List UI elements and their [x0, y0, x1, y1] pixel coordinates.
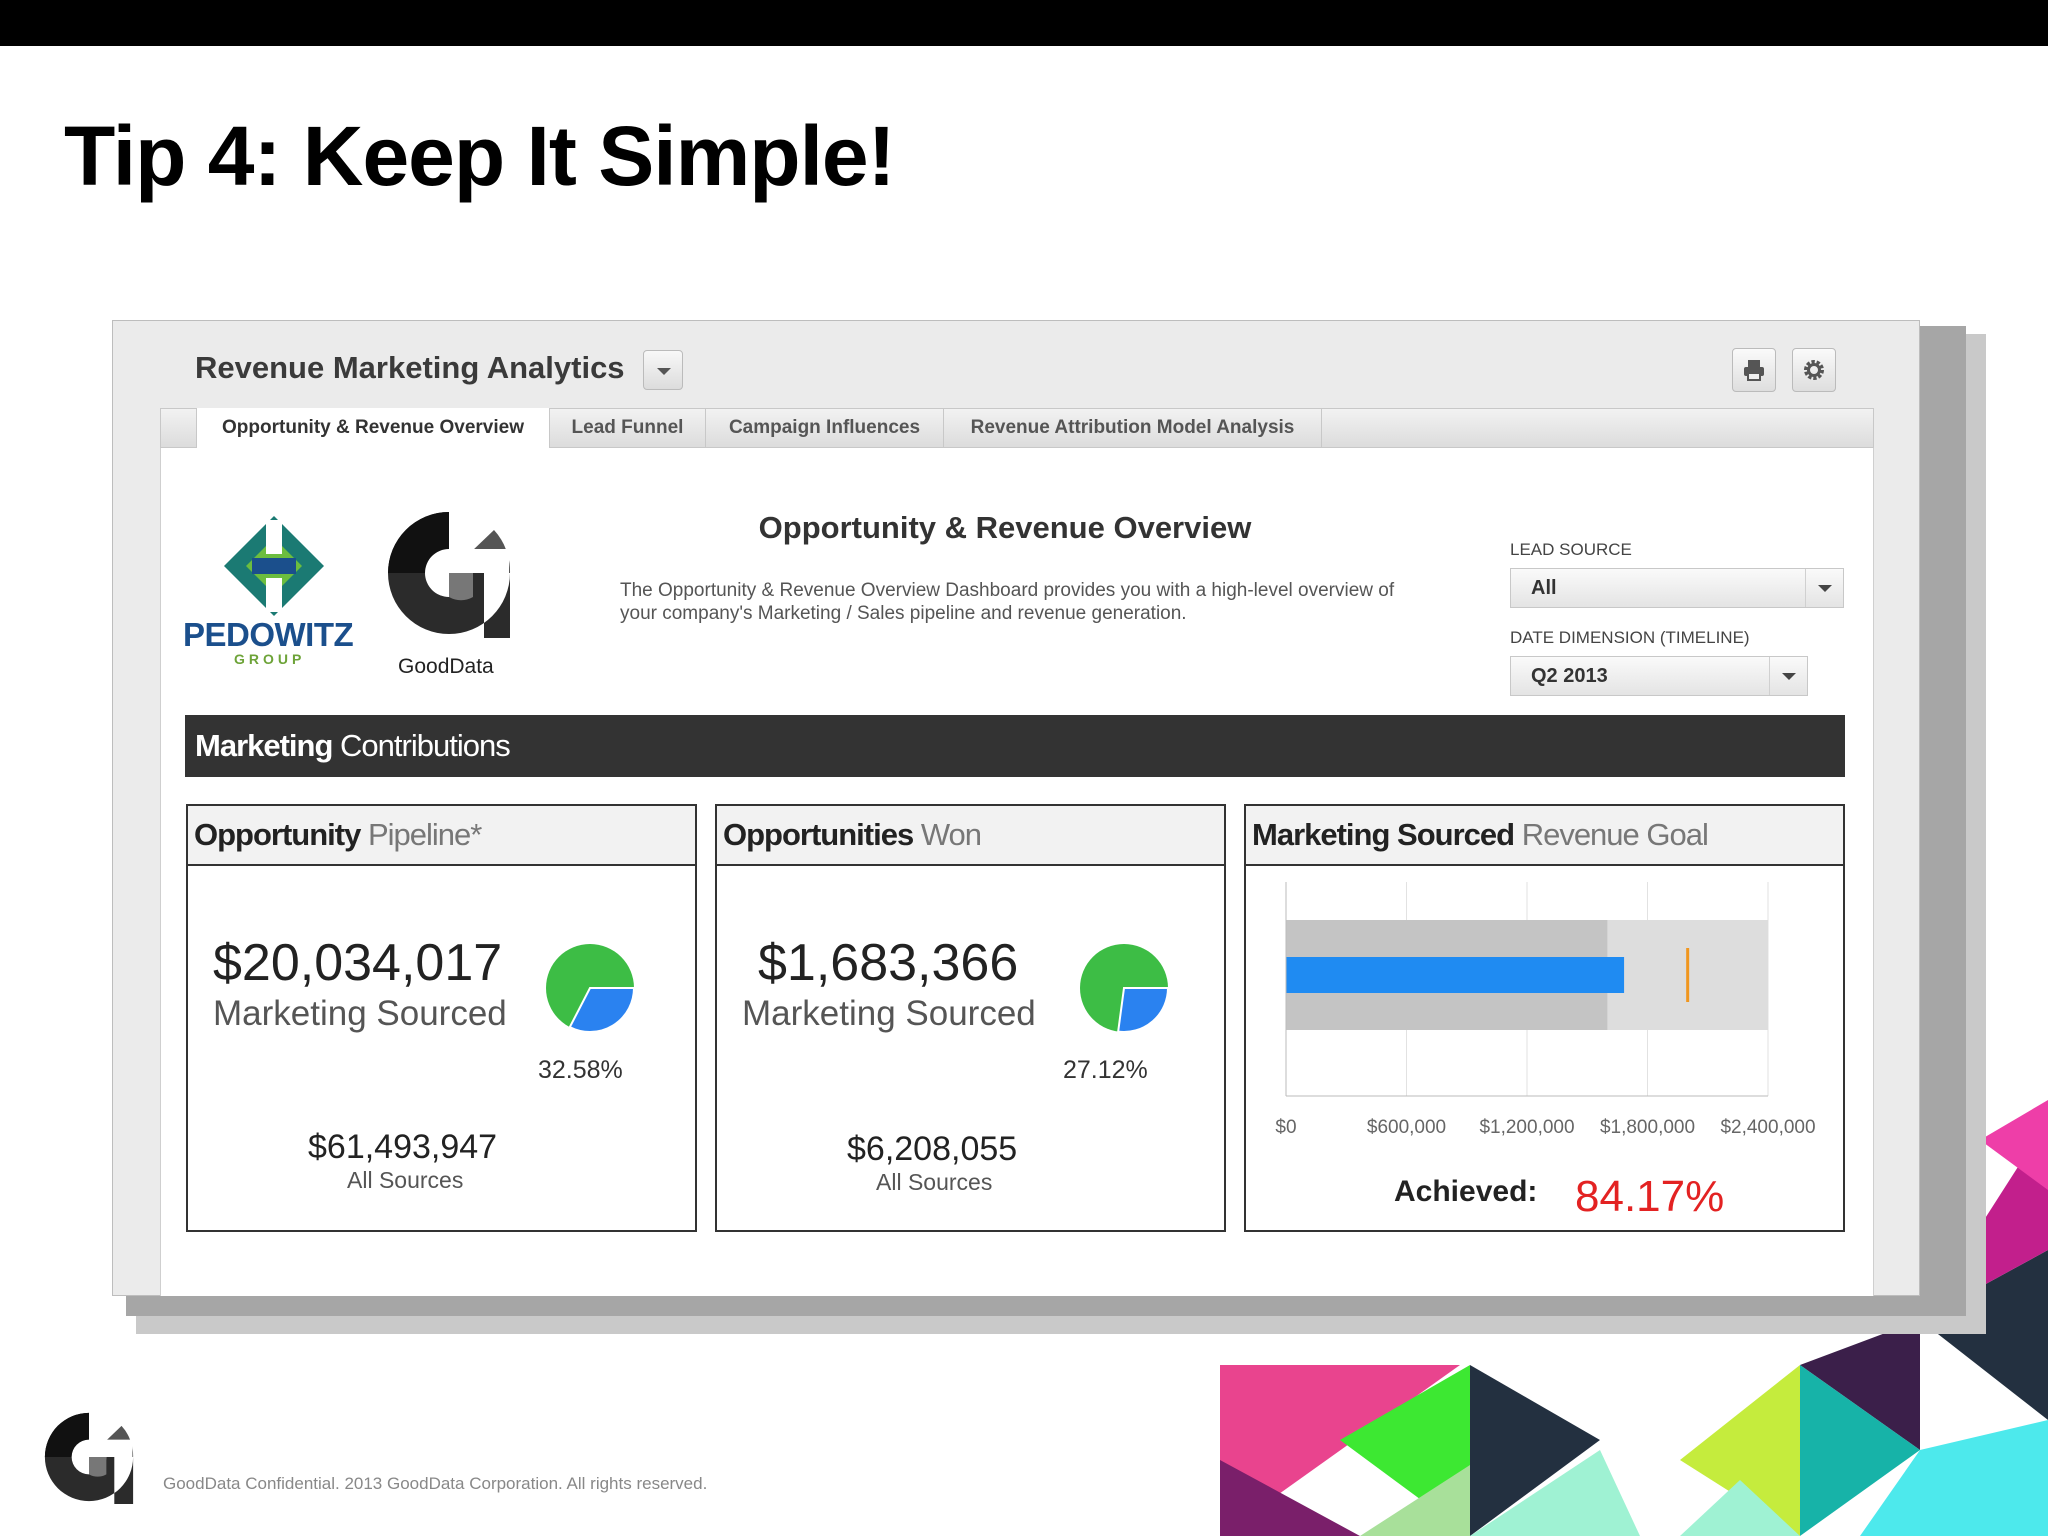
- gear-icon: [1804, 360, 1824, 380]
- footer-copyright: GoodData Confidential. 2013 GoodData Cor…: [163, 1474, 708, 1493]
- won-pie-chart: [1080, 944, 1170, 1033]
- chevron-down-icon: [1769, 657, 1807, 695]
- panel-title: Marketing Sourced Revenue Goal: [1246, 806, 1843, 866]
- achieved-label: Achieved:: [1394, 1175, 1538, 1208]
- date-dimension-select[interactable]: Q2 2013: [1510, 656, 1808, 696]
- section-header-bold: Marketing: [195, 728, 333, 763]
- gooddata-logo-text: GoodData: [398, 655, 494, 678]
- dashboard-title: Opportunity & Revenue Overview: [758, 510, 1252, 545]
- x-tick-label: $1,200,000: [1479, 1117, 1575, 1138]
- panel-title: Opportunities Won: [717, 806, 1224, 866]
- tab-revenue-attribution-model-analysis[interactable]: Revenue Attribution Model Analysis: [944, 408, 1322, 448]
- pedowitz-logo-icon: [224, 516, 324, 616]
- gooddata-logo-icon: [388, 512, 511, 638]
- x-tick-label: $2,400,000: [1720, 1117, 1816, 1138]
- printer-icon: [1744, 360, 1764, 381]
- gooddata-footer-logo-icon: [44, 1412, 134, 1504]
- tab-campaign-influences[interactable]: Campaign Influences: [706, 408, 944, 448]
- slide-title: Tip 4: Keep It Simple!: [64, 109, 896, 203]
- won-percent: 27.12%: [1063, 1056, 1148, 1084]
- chevron-down-icon: [1805, 569, 1843, 607]
- print-button[interactable]: [1732, 348, 1776, 392]
- date-dimension-value: Q2 2013: [1531, 665, 1608, 687]
- tab-lead-funnel[interactable]: Lead Funnel: [550, 408, 706, 448]
- panel-title: Opportunity Pipeline*: [188, 806, 695, 866]
- settings-button[interactable]: [1792, 348, 1836, 392]
- dashboard-dropdown-button[interactable]: [643, 350, 683, 390]
- pedowitz-group-text: GROUP: [234, 651, 306, 667]
- pipeline-pie-chart: [546, 944, 636, 1033]
- won-amount-label: Marketing Sourced: [742, 994, 1036, 1033]
- pipeline-amount-label: Marketing Sourced: [213, 994, 507, 1033]
- dashboard-description: The Opportunity & Revenue Overview Dashb…: [620, 580, 1395, 624]
- tab-opportunity-revenue-overview[interactable]: Opportunity & Revenue Overview: [196, 408, 550, 450]
- pie-slice-marketing-sourced: [1117, 987, 1170, 1033]
- top-black-bar: [0, 0, 2048, 46]
- achieved-value: 84.17%: [1575, 1172, 1725, 1221]
- pipeline-total-label: All Sources: [347, 1167, 464, 1193]
- x-tick-label: $600,000: [1366, 1117, 1447, 1138]
- pedowitz-name: PEDOWITZ: [183, 616, 354, 653]
- bullet-value-bar: [1286, 957, 1625, 993]
- lead-source-label: LEAD SOURCE: [1510, 540, 1632, 559]
- x-tick-label: $0: [1275, 1117, 1297, 1138]
- revenue-goal-bullet-chart: [1285, 882, 1769, 1097]
- x-tick-label: $1,800,000: [1599, 1117, 1696, 1138]
- section-header-light: Contributions: [340, 728, 511, 763]
- won-amount: $1,683,366: [758, 934, 1019, 992]
- pipeline-percent: 32.58%: [538, 1056, 623, 1084]
- section-header-marketing-contributions: Marketing Contributions: [185, 715, 1845, 777]
- won-total-label: All Sources: [876, 1169, 993, 1195]
- pipeline-amount: $20,034,017: [213, 934, 503, 992]
- app-title: Revenue Marketing Analytics: [195, 350, 625, 385]
- date-dimension-label: DATE DIMENSION (TIMELINE): [1510, 628, 1750, 647]
- lead-source-select[interactable]: All: [1510, 568, 1844, 608]
- pipeline-total: $61,493,947: [308, 1128, 498, 1166]
- won-total: $6,208,055: [847, 1130, 1018, 1168]
- lead-source-value: All: [1531, 577, 1557, 599]
